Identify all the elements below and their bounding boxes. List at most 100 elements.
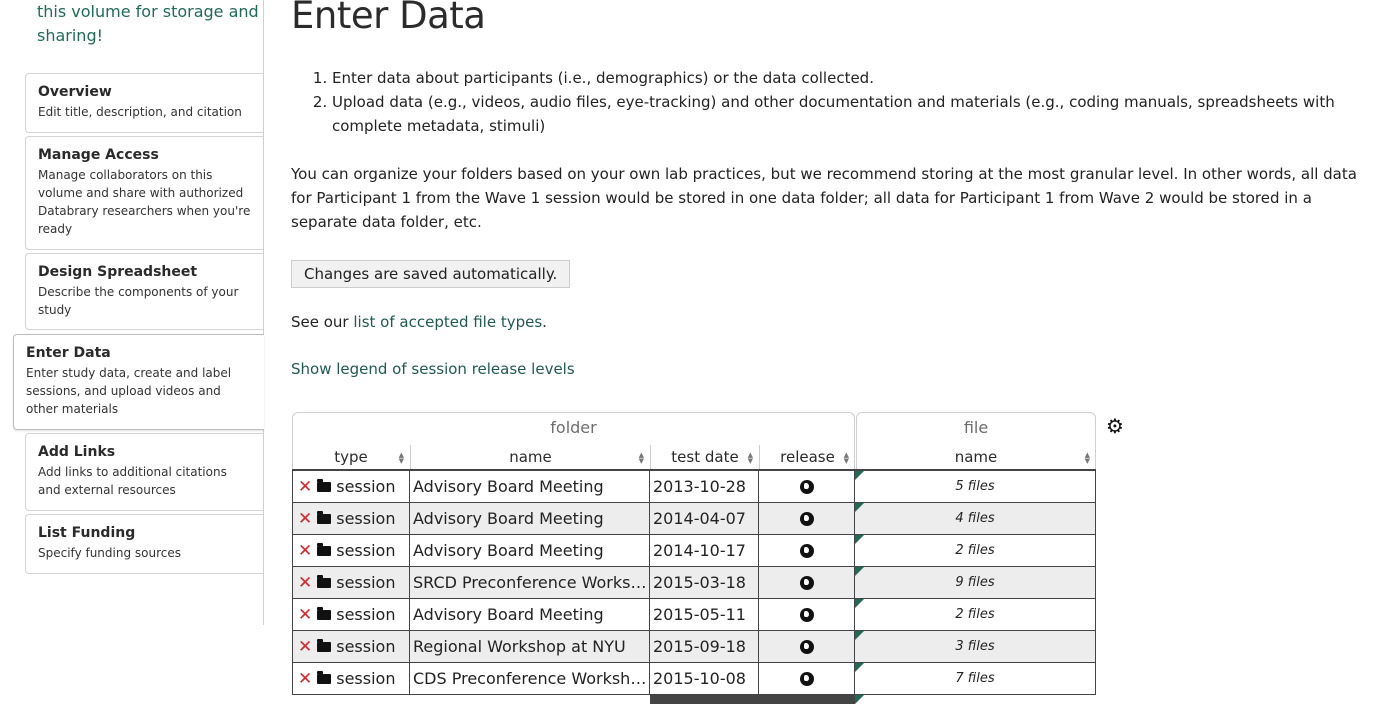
sidebar-item-manage-access[interactable]: Manage Access Manage collaborators on th… <box>25 136 263 250</box>
release-cell[interactable] <box>759 535 855 567</box>
folder-icon <box>317 511 332 524</box>
folder-icon <box>317 575 332 588</box>
file-corner-flag <box>855 471 864 480</box>
release-cell[interactable] <box>759 599 855 631</box>
release-cell[interactable] <box>759 503 855 535</box>
file-corner-flag <box>855 663 864 672</box>
autosave-notice: Changes are saved automatically. <box>291 260 571 288</box>
session-name-cell[interactable]: Advisory Board Meeting <box>410 503 650 535</box>
file-corner-flag <box>855 567 864 576</box>
sidebar-item-desc: Specify funding sources <box>38 546 182 560</box>
test-date-cell[interactable]: 2014-10-17 <box>650 535 759 567</box>
session-name-cell[interactable]: SRCD Preconference Workshop <box>410 567 650 599</box>
type-cell: ✕ session <box>292 599 410 631</box>
file-types-suffix: . <box>542 313 547 331</box>
file-corner-flag <box>855 503 864 512</box>
release-cell[interactable] <box>759 471 855 503</box>
type-cell: ✕ session <box>292 535 410 567</box>
delete-icon[interactable]: ✕ <box>298 669 312 689</box>
column-header-type[interactable]: type ▲ ▼ <box>292 445 410 469</box>
sort-arrows-icon: ▲ ▼ <box>843 451 849 465</box>
delete-icon[interactable]: ✕ <box>298 605 312 625</box>
globe-icon <box>799 512 814 526</box>
column-header-label: name <box>954 448 998 466</box>
files-count-cell[interactable]: 9 files <box>855 567 1096 599</box>
table-row[interactable]: ✕ session SRCD Preconference Workshop 2015-… <box>292 567 1096 599</box>
file-group-label: file <box>963 418 989 437</box>
sidebar-item-title: Design Spreadsheet <box>38 264 198 280</box>
sidebar-item-list-funding[interactable]: List Funding Specify funding sources <box>25 514 263 574</box>
table-row[interactable]: ✕ session Advisory Board Meeting 2014-04-07… <box>292 503 1096 535</box>
test-date-cell[interactable]: 2015-03-18 <box>650 567 759 599</box>
globe-icon <box>799 544 814 558</box>
type-cell: ✕ session <box>292 663 410 695</box>
delete-icon[interactable]: ✕ <box>298 541 312 561</box>
type-label: session <box>336 477 396 496</box>
sort-arrows-icon: ▲ ▼ <box>1084 451 1090 465</box>
test-date-cell[interactable]: 2015-09-18 <box>650 631 759 663</box>
gear-icon[interactable]: ⚙ <box>1106 416 1124 436</box>
sidebar-item-desc: Manage collaborators on this volume and … <box>38 168 251 236</box>
globe-icon <box>799 576 814 590</box>
sidebar-item-desc: Enter study data, create and label sessi… <box>26 366 232 416</box>
session-name-cell[interactable]: Advisory Board Meeting <box>410 471 650 503</box>
table-row[interactable]: ✕ session CDS Preconference Workshop 2015-1… <box>292 663 1096 695</box>
sidebar-item-add-links[interactable]: Add Links Add links to additional citati… <box>25 433 263 511</box>
files-count-cell[interactable]: 4 files <box>855 503 1096 535</box>
test-date-cell[interactable]: 2014-04-07 <box>650 503 759 535</box>
delete-icon[interactable]: ✕ <box>298 637 312 657</box>
file-corner-flag <box>855 631 864 640</box>
release-cell[interactable] <box>759 631 855 663</box>
files-count-cell[interactable]: 3 files <box>855 631 1096 663</box>
type-cell: ✕ session <box>292 567 410 599</box>
step-item: Enter data about participants (i.e., dem… <box>332 66 1396 90</box>
column-header-label: release <box>780 448 835 466</box>
column-header-label: type <box>334 448 368 466</box>
folder-icon <box>317 607 332 620</box>
table-row[interactable]: ✕ session Advisory Board Meeting 2015-05-11… <box>292 599 1096 631</box>
file-corner-flag <box>855 535 864 544</box>
folder-group-label: folder <box>550 418 597 437</box>
sidebar-item-enter-data[interactable]: Enter Data Enter study data, create and … <box>13 334 264 430</box>
type-label: session <box>336 509 396 528</box>
type-cell: ✕ session <box>292 503 410 535</box>
session-name-cell[interactable]: CDS Preconference Workshop <box>410 663 650 695</box>
sidebar-item-desc: Add links to additional citations and ex… <box>38 465 227 497</box>
test-date-cell[interactable]: 2013-10-28 <box>650 471 759 503</box>
type-label: session <box>336 541 396 560</box>
file-types-link[interactable]: list of accepted file types <box>353 313 542 331</box>
test-date-cell[interactable]: 2015-05-11 <box>650 599 759 631</box>
delete-icon[interactable]: ✕ <box>298 573 312 593</box>
release-cell[interactable] <box>759 567 855 599</box>
column-header-name[interactable]: name ▲ ▼ <box>410 445 650 469</box>
delete-icon[interactable]: ✕ <box>298 477 312 497</box>
sidebar-item-design-spreadsheet[interactable]: Design Spreadsheet Describe the componen… <box>25 253 263 330</box>
step-item: Upload data (e.g., videos, audio files, … <box>332 90 1396 138</box>
session-name-cell[interactable]: Regional Workshop at NYU <box>410 631 650 663</box>
session-name-cell[interactable]: Advisory Board Meeting <box>410 599 650 631</box>
sidebar-item-overview[interactable]: Overview Edit title, description, and ci… <box>25 73 263 133</box>
column-header-label: name <box>509 448 552 466</box>
table-row[interactable]: ✕ session Regional Workshop at NYU 2015-09-… <box>292 631 1096 663</box>
sidebar-item-title: Manage Access <box>38 147 159 163</box>
session-name-cell[interactable]: Advisory Board Meeting <box>410 535 650 567</box>
test-date-cell[interactable]: 2015-10-08 <box>650 663 759 695</box>
files-count-cell[interactable]: 7 files <box>855 663 1096 695</box>
release-cell[interactable] <box>759 663 855 695</box>
file-types-prefix: See our <box>291 313 354 331</box>
table-row[interactable]: ✕ session Advisory Board Meeting 2013-10-28… <box>292 471 1096 503</box>
files-count-cell[interactable]: 2 files <box>855 599 1096 631</box>
column-header-test-date[interactable]: test date ▲ ▼ <box>650 445 759 469</box>
table-row[interactable]: ✕ session Advisory Board Meeting 2014-10-17… <box>292 535 1096 567</box>
release-legend-link[interactable]: Show legend of session release levels <box>291 357 575 381</box>
folder-icon <box>317 671 332 684</box>
folder-icon <box>317 543 332 556</box>
files-count-cell[interactable]: 5 files <box>855 471 1096 503</box>
column-header-label: test date <box>671 448 739 466</box>
column-header-file-name[interactable]: name ▲ ▼ <box>856 445 1096 469</box>
type-cell: ✕ session <box>292 631 410 663</box>
sidebar-item-title: Enter Data <box>26 345 111 361</box>
files-count-cell[interactable]: 2 files <box>855 535 1096 567</box>
delete-icon[interactable]: ✕ <box>298 509 312 529</box>
column-header-release[interactable]: release ▲ ▼ <box>759 445 855 469</box>
